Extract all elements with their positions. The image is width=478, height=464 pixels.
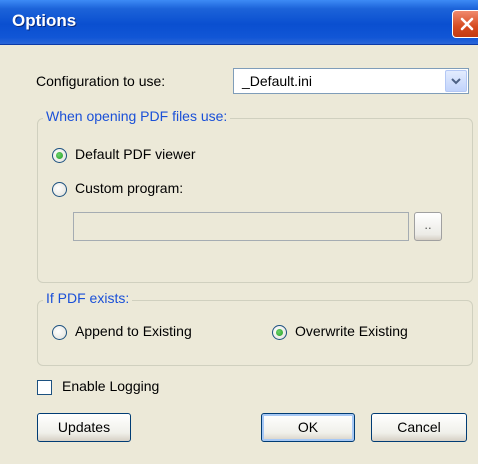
radio-append-existing[interactable]: [52, 325, 67, 340]
updates-button[interactable]: Updates: [37, 413, 131, 442]
radio-overwrite-existing[interactable]: [272, 325, 287, 340]
radio-custom-program-label[interactable]: Custom program:: [75, 180, 183, 196]
pdf-exists-group-title: If PDF exists:: [43, 290, 133, 306]
config-label: Configuration to use:: [36, 73, 166, 89]
browse-button[interactable]: ..: [414, 212, 442, 241]
radio-default-viewer-label[interactable]: Default PDF viewer: [75, 146, 196, 162]
chevron-down-icon: [451, 78, 461, 85]
enable-logging-label[interactable]: Enable Logging: [62, 378, 159, 394]
window-title: Options: [12, 11, 77, 30]
radio-append-existing-label[interactable]: Append to Existing: [75, 323, 192, 339]
close-button[interactable]: [452, 10, 478, 38]
radio-custom-program[interactable]: [52, 182, 67, 197]
radio-default-viewer[interactable]: [52, 148, 67, 163]
radio-overwrite-existing-label[interactable]: Overwrite Existing: [295, 323, 408, 339]
config-select[interactable]: _Default.ini: [233, 68, 469, 94]
dropdown-button[interactable]: [445, 70, 467, 92]
enable-logging-checkbox[interactable]: [37, 380, 52, 395]
custom-program-path-input[interactable]: [73, 212, 409, 241]
ok-button[interactable]: OK: [261, 413, 355, 442]
pdf-open-group-title: When opening PDF files use:: [43, 108, 231, 124]
pdf-open-group: [37, 118, 473, 283]
close-icon: [460, 17, 474, 31]
title-bar[interactable]: Options: [0, 0, 478, 45]
cancel-button[interactable]: Cancel: [371, 413, 467, 442]
config-select-value: _Default.ini: [242, 73, 313, 89]
